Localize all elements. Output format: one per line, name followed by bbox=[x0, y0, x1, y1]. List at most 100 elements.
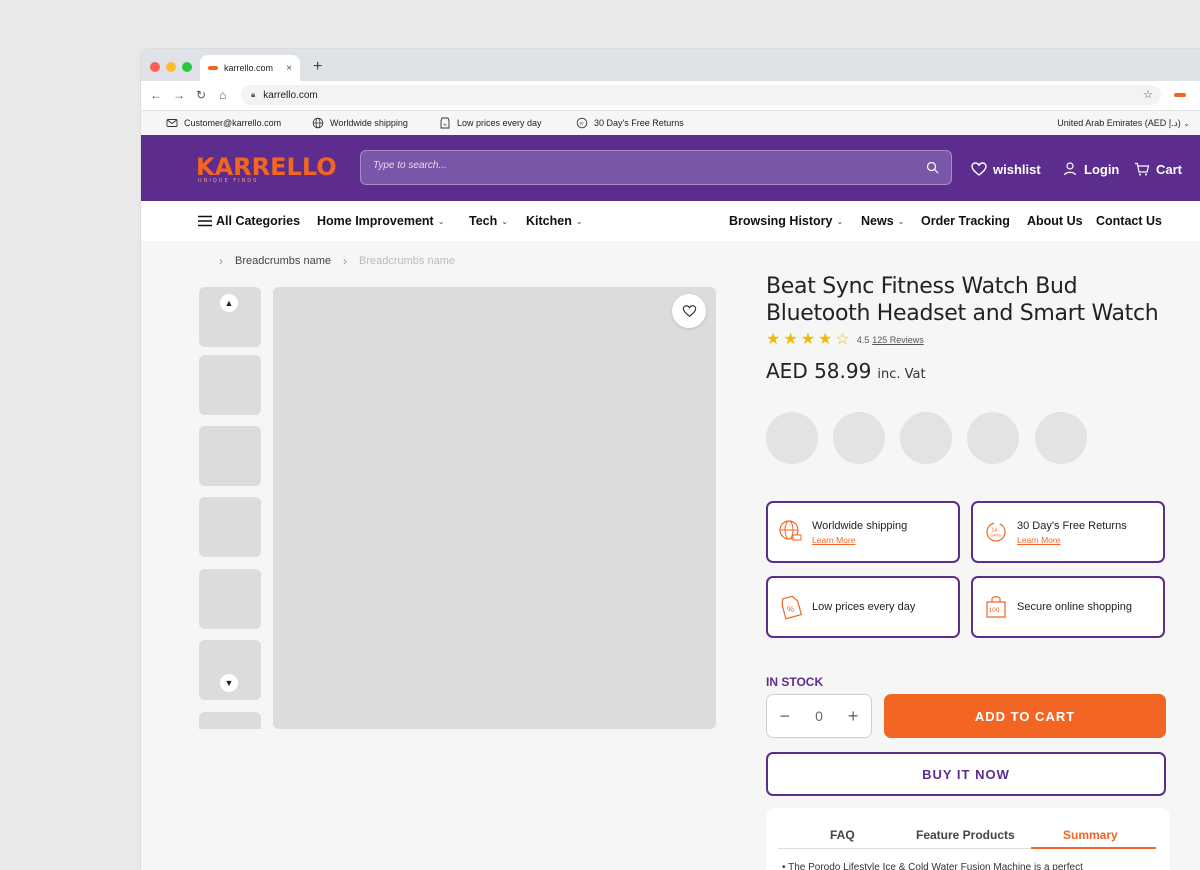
star-icon: ★ bbox=[766, 331, 781, 348]
info-low-prices-text: Low prices every day bbox=[457, 118, 542, 128]
svg-text:DAYS: DAYS bbox=[991, 533, 1002, 538]
info-returns: 30 30 Day's Free Returns bbox=[576, 117, 684, 129]
feature-returns-label: 30 Day's Free Returns bbox=[1017, 519, 1127, 532]
thumbnail[interactable] bbox=[199, 569, 261, 629]
nav-news[interactable]: News ⌄ bbox=[861, 214, 904, 228]
browser-tab[interactable]: karrello.com × bbox=[200, 55, 300, 81]
chevron-down-icon: ⌄ bbox=[501, 216, 508, 226]
site-header: KARRELLO UNIQUE FINDS wishlist Login Car… bbox=[141, 135, 1200, 201]
wishlist-link[interactable]: wishlist bbox=[971, 161, 1041, 177]
star-icon: ★ bbox=[783, 331, 798, 348]
bookmark-star-icon[interactable]: ☆ bbox=[1143, 87, 1153, 103]
extension-icon[interactable] bbox=[1174, 93, 1186, 97]
breadcrumb: › Breadcrumbs name › Breadcrumbs name bbox=[219, 254, 455, 268]
tab-feature-products[interactable]: Feature Products bbox=[916, 828, 1015, 842]
chevron-down-icon[interactable]: ▼ bbox=[220, 674, 238, 692]
learn-more-link[interactable]: Learn More bbox=[812, 535, 907, 545]
secure-bag-icon: 100 bbox=[986, 596, 1006, 618]
reviews-link[interactable]: 125 Reviews bbox=[872, 335, 924, 345]
url-field[interactable]: 🔒︎ karrello.com ☆ bbox=[241, 85, 1161, 105]
nav-contact-us[interactable]: Contact Us bbox=[1096, 214, 1162, 228]
reload-icon[interactable]: ↻ bbox=[196, 88, 206, 102]
variant-swatch[interactable] bbox=[1035, 412, 1087, 464]
lock-icon: 🔒︎ bbox=[251, 90, 256, 99]
tab-summary[interactable]: Summary bbox=[1063, 828, 1118, 842]
maximize-window-button[interactable] bbox=[182, 62, 192, 72]
back-icon[interactable]: ← bbox=[150, 88, 162, 102]
nav-tech[interactable]: Tech ⌄ bbox=[469, 214, 508, 228]
variant-swatch[interactable] bbox=[900, 412, 952, 464]
returns-icon: 14DAYS bbox=[986, 522, 1006, 542]
thumbnail[interactable] bbox=[199, 426, 261, 486]
info-shipping: Worldwide shipping bbox=[312, 117, 408, 129]
thumbnail[interactable] bbox=[199, 712, 261, 729]
favicon-icon bbox=[208, 66, 218, 70]
thumbnail[interactable] bbox=[199, 355, 261, 415]
login-link[interactable]: Login bbox=[1062, 161, 1119, 177]
cart-link[interactable]: Cart bbox=[1134, 161, 1182, 177]
svg-text:30: 30 bbox=[579, 121, 583, 125]
hamburger-icon bbox=[198, 215, 212, 227]
product-tabs: FAQ Feature Products Summary • The Porod… bbox=[766, 808, 1170, 870]
region-selector[interactable]: United Arab Emirates (AED د.إ) ⌄ bbox=[1057, 118, 1190, 129]
globe-icon bbox=[312, 117, 324, 129]
product-price: AED 58.99 inc. Vat bbox=[766, 359, 926, 383]
add-to-wishlist-button[interactable] bbox=[672, 294, 706, 328]
star-icon: ★ bbox=[818, 331, 833, 348]
buy-now-button[interactable]: BUY IT NOW bbox=[766, 752, 1166, 796]
new-tab-button[interactable]: + bbox=[313, 58, 322, 76]
nav-order-tracking[interactable]: Order Tracking bbox=[921, 214, 1010, 228]
logo-tagline: UNIQUE FINDS bbox=[198, 178, 259, 184]
learn-more-link[interactable]: Learn More bbox=[1017, 535, 1127, 545]
tab-bar: karrello.com × + bbox=[141, 49, 1200, 81]
tab-title: karrello.com bbox=[224, 63, 274, 73]
tab-faq[interactable]: FAQ bbox=[830, 828, 855, 842]
home-icon[interactable]: ⌂ bbox=[219, 88, 226, 102]
mail-icon bbox=[166, 119, 178, 127]
nav-tech-label: Tech bbox=[469, 214, 498, 228]
info-email[interactable]: Customer@karrello.com bbox=[166, 117, 281, 129]
all-categories-menu[interactable]: All Categories bbox=[198, 214, 300, 228]
close-window-button[interactable] bbox=[150, 62, 160, 72]
nav-browsing-history[interactable]: Browsing History ⌄ bbox=[729, 214, 843, 228]
breadcrumb-item-1[interactable]: Breadcrumbs name bbox=[235, 255, 331, 267]
info-email-text: Customer@karrello.com bbox=[184, 118, 282, 128]
summary-text: • The Porodo Lifestyle Ice & Cold Water … bbox=[782, 862, 1083, 870]
info-shipping-text: Worldwide shipping bbox=[330, 118, 408, 128]
minimize-window-button[interactable] bbox=[166, 62, 176, 72]
heart-icon bbox=[682, 305, 696, 317]
star-outline-icon: ☆ bbox=[835, 331, 850, 348]
nav-home-improvement[interactable]: Home Improvement ⌄ bbox=[317, 214, 444, 228]
product-main-image bbox=[273, 287, 716, 729]
browser-window: karrello.com × + ← → ↻ ⌂ 🔒︎ karrello.com… bbox=[141, 49, 1200, 870]
nav-browsing-history-label: Browsing History bbox=[729, 214, 833, 228]
product-title: Beat Sync Fitness Watch Bud Bluetooth He… bbox=[766, 274, 1159, 326]
add-to-cart-button[interactable]: ADD TO CART bbox=[884, 694, 1166, 738]
search-box bbox=[360, 150, 952, 185]
heart-icon bbox=[971, 162, 987, 176]
quantity-value[interactable]: 0 bbox=[815, 708, 823, 724]
search-input[interactable] bbox=[371, 159, 915, 172]
feature-secure-label: Secure online shopping bbox=[1017, 601, 1132, 613]
chevron-up-icon[interactable]: ▲ bbox=[220, 294, 238, 312]
nav-kitchen-label: Kitchen bbox=[526, 214, 572, 228]
nav-about-us[interactable]: About Us bbox=[1027, 214, 1083, 228]
feature-card-shipping: Worldwide shipping Learn More bbox=[766, 501, 960, 563]
chevron-down-icon: ⌄ bbox=[836, 216, 844, 226]
price-tag-icon: % bbox=[440, 117, 450, 129]
thumbnail[interactable] bbox=[199, 497, 261, 557]
nav-kitchen[interactable]: Kitchen ⌄ bbox=[526, 214, 583, 228]
minus-icon[interactable]: − bbox=[780, 706, 791, 727]
top-info-bar: Customer@karrello.com Worldwide shipping… bbox=[141, 111, 1200, 135]
quantity-stepper: − 0 + bbox=[766, 694, 872, 738]
site-logo[interactable]: KARRELLO UNIQUE FINDS bbox=[196, 153, 337, 184]
globe-truck-icon bbox=[779, 520, 802, 541]
variant-swatch[interactable] bbox=[766, 412, 818, 464]
plus-icon[interactable]: + bbox=[848, 706, 859, 727]
chevron-down-icon: ⌄ bbox=[575, 216, 583, 226]
forward-icon[interactable]: → bbox=[173, 88, 185, 102]
variant-swatch[interactable] bbox=[833, 412, 885, 464]
tab-close-icon[interactable]: × bbox=[286, 63, 292, 74]
variant-swatch[interactable] bbox=[967, 412, 1019, 464]
search-icon[interactable] bbox=[926, 161, 939, 174]
